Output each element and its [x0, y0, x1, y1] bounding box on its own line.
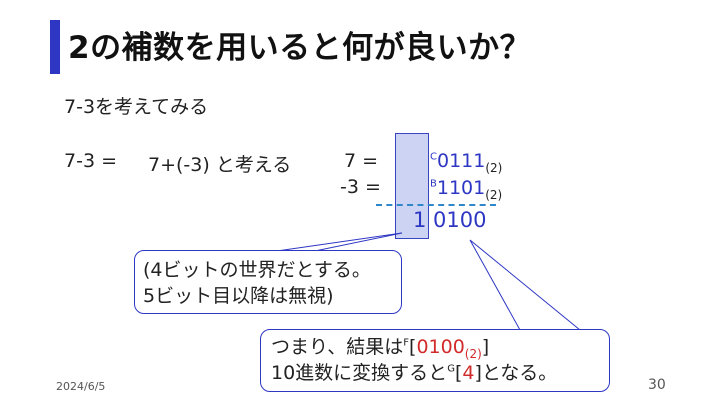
callout2-marker2: G [447, 363, 455, 375]
callout2-line1: つまり、結果はF[0100(2)] [271, 334, 599, 360]
callout-assumption: (4ビットの世界だとする。 5ビット目以降は無視) [134, 250, 402, 314]
callout2-bracket2-close: ]となる。 [474, 362, 558, 384]
callout2-pointer [469, 239, 582, 331]
callout2-line2: 10進数に変換するとG[4]となる。 [271, 360, 599, 386]
callout2-text1: つまり、結果は [271, 336, 404, 358]
callout1-line2: 5ビット目以降は無視) [143, 285, 334, 307]
callout2-value-sub: (2) [464, 347, 482, 361]
callout2-bracket-close: ] [481, 336, 490, 358]
callout2-value2: 4 [462, 362, 475, 384]
callout1-line1: (4ビットの世界だとする。 [143, 259, 371, 281]
callout2-line2-text: 10進数に変換すると [271, 362, 448, 384]
page-number: 30 [648, 377, 666, 393]
callout-conclusion: つまり、結果はF[0100(2)] 10進数に変換するとG[4]となる。 [260, 329, 610, 392]
callout2-value: 0100 [416, 336, 465, 358]
footer-date: 2024/6/5 [56, 380, 106, 393]
